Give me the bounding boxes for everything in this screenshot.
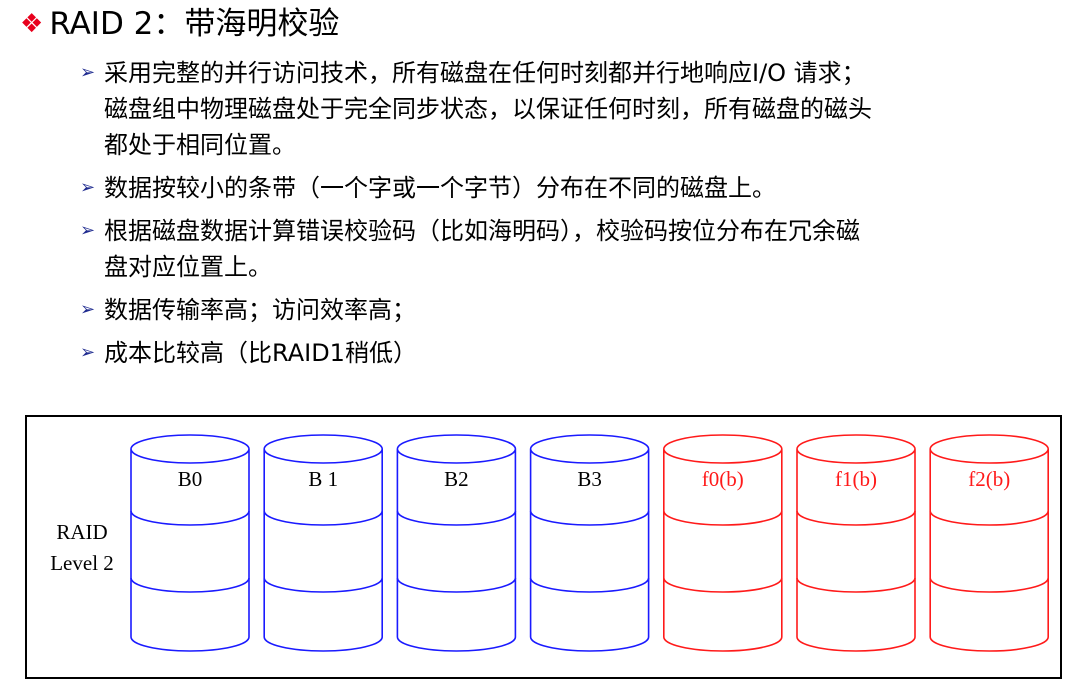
disk-cylinder-4: f0(b) bbox=[663, 434, 783, 652]
disk-cylinder-5: f1(b) bbox=[796, 434, 916, 652]
raid-disk-diagram: B0 B 1 B2 B3 f0(b) f1(b) f2(b) bbox=[130, 434, 1049, 652]
disk-top-ellipse bbox=[663, 434, 783, 450]
disk-cylinder-6: f2(b) bbox=[929, 434, 1049, 652]
disk-label: B 1 bbox=[308, 467, 338, 491]
disk-top-ellipse bbox=[929, 434, 1049, 450]
disk-top-ellipse bbox=[130, 434, 250, 450]
disk-cylinder-1: B 1 bbox=[263, 434, 383, 652]
disk-top-ellipse bbox=[529, 434, 650, 450]
disk-label: f1(b) bbox=[835, 467, 877, 491]
disk-cylinder-0: B0 bbox=[130, 434, 250, 652]
disk-top-ellipse bbox=[796, 434, 916, 450]
disk-label: f2(b) bbox=[968, 467, 1010, 491]
disk-label: f0(b) bbox=[702, 467, 744, 491]
disk-top-ellipse bbox=[263, 434, 383, 450]
disk-cylinder-3: B3 bbox=[529, 434, 650, 652]
disk-cylinder-2: B2 bbox=[396, 434, 517, 652]
disk-top-ellipse bbox=[396, 434, 517, 450]
disk-label: B2 bbox=[444, 467, 469, 491]
disk-label: B0 bbox=[178, 467, 203, 491]
disk-label: B3 bbox=[577, 467, 602, 491]
